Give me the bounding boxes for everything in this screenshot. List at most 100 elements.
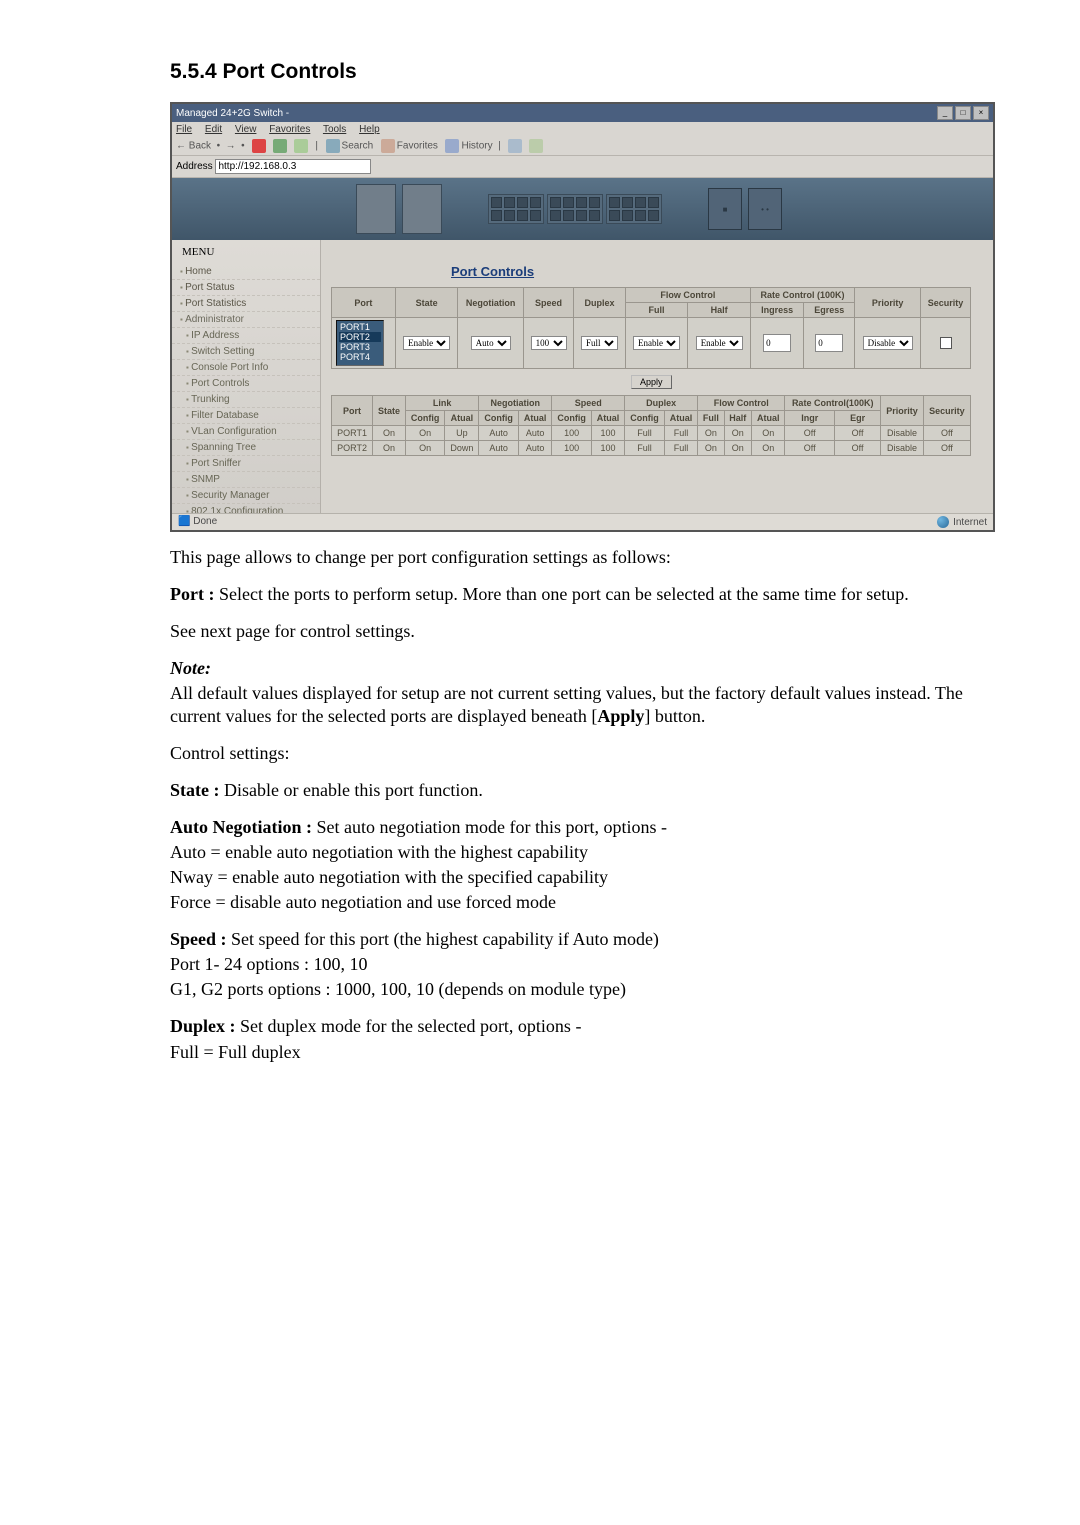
status-bar: 🟦 Done Internet: [172, 513, 993, 530]
sth-flow: Flow Control: [698, 396, 785, 411]
state-select[interactable]: Enable: [403, 336, 450, 350]
para-state: State : Disable or enable this port func…: [170, 779, 990, 802]
uplink-g2-icon: • •: [748, 188, 782, 230]
table-row: PORT2 On OnDown AutoAuto 100100 FullFull…: [332, 441, 971, 456]
sidebar-item-trunking[interactable]: Trunking: [172, 392, 320, 408]
sth-speed: Speed: [552, 396, 625, 411]
note-text: All default values displayed for setup a…: [170, 682, 990, 728]
address-bar[interactable]: Address: [172, 156, 993, 178]
rc-egress-input[interactable]: [815, 334, 843, 352]
auto-select[interactable]: Auto: [471, 336, 511, 350]
port-leds: [488, 194, 662, 224]
sth-state: State: [373, 396, 406, 426]
menu-view[interactable]: View: [235, 124, 257, 135]
status-left: 🟦 Done: [178, 516, 217, 528]
note-label: Note:: [170, 658, 211, 678]
address-input[interactable]: [215, 159, 371, 174]
menu-help[interactable]: Help: [359, 124, 380, 135]
th-half: Half: [688, 303, 751, 318]
th-priority: Priority: [855, 288, 921, 318]
window-controls[interactable]: _ □ ×: [937, 106, 989, 120]
sidebar-item-home[interactable]: Home: [172, 264, 320, 280]
sidebar-item-console-port-info[interactable]: Console Port Info: [172, 360, 320, 376]
menu-favorites[interactable]: Favorites: [269, 124, 310, 135]
search-icon[interactable]: [326, 139, 340, 153]
section-heading: 5.5.4 Port Controls: [170, 60, 990, 84]
sth-priority: Priority: [881, 396, 924, 426]
main-panel: Port Controls Port State Negotiation Spe…: [321, 240, 993, 532]
sth-security: Security: [923, 396, 970, 426]
para-ctrl-settings: Control settings:: [170, 742, 990, 765]
para-speed: Speed : Set speed for this port (the hig…: [170, 928, 990, 1001]
para-seenext: See next page for control settings.: [170, 620, 990, 643]
sth-port: Port: [332, 396, 373, 426]
th-rate-control: Rate Control (100K): [751, 288, 855, 303]
sidebar-item-snmp[interactable]: SNMP: [172, 472, 320, 488]
sidebar-item-administrator[interactable]: Administrator: [172, 312, 320, 328]
browser-window: Managed 24+2G Switch - _ □ × File Edit V…: [170, 102, 995, 532]
th-speed: Speed: [523, 288, 573, 318]
sth-duplex: Duplex: [625, 396, 698, 411]
address-label: Address: [176, 161, 213, 172]
print-icon[interactable]: [529, 139, 543, 153]
menu-bar[interactable]: File Edit View Favorites Tools Help: [172, 122, 993, 137]
th-duplex: Duplex: [574, 288, 625, 318]
para-duplex: Duplex : Set duplex mode for the selecte…: [170, 1015, 990, 1063]
th-negotiation: Negotiation: [458, 288, 523, 318]
table-row: PORT1 On OnUp AutoAuto 100100 FullFull O…: [332, 426, 971, 441]
status-right: Internet: [937, 516, 987, 528]
minimize-icon[interactable]: _: [937, 106, 953, 120]
sth-nego: Negotiation: [479, 396, 552, 411]
sidebar-item-port-controls[interactable]: Port Controls: [172, 376, 320, 392]
sidebar-item-filter-database[interactable]: Filter Database: [172, 408, 320, 424]
apply-button[interactable]: Apply: [631, 375, 672, 389]
document-body: This page allows to change per port conf…: [170, 546, 990, 1064]
th-egress: Egress: [804, 303, 855, 318]
menu-tools[interactable]: Tools: [323, 124, 346, 135]
menu-edit[interactable]: Edit: [205, 124, 222, 135]
close-icon[interactable]: ×: [973, 106, 989, 120]
sidebar-item-port-statistics[interactable]: Port Statistics: [172, 296, 320, 312]
duplex-select[interactable]: Full: [581, 336, 618, 350]
maximize-icon[interactable]: □: [955, 106, 971, 120]
th-flow-control: Flow Control: [625, 288, 750, 303]
window-titlebar: Managed 24+2G Switch - _ □ ×: [172, 104, 993, 122]
th-port: Port: [332, 288, 396, 318]
sidebar-item-spanning-tree[interactable]: Spanning Tree: [172, 440, 320, 456]
th-security: Security: [921, 288, 971, 318]
history-icon[interactable]: [445, 139, 459, 153]
fc-half-select[interactable]: Enable: [696, 336, 743, 350]
sidebar-item-switch-setting[interactable]: Switch Setting: [172, 344, 320, 360]
sidebar-item-security-manager[interactable]: Security Manager: [172, 488, 320, 504]
stop-icon[interactable]: [252, 139, 266, 153]
sidebar-item-vlan-config[interactable]: VLan Configuration: [172, 424, 320, 440]
sidebar: MENU Home Port Status Port Statistics Ad…: [172, 240, 321, 532]
sidebar-title: MENU: [172, 240, 320, 264]
sidebar-item-ip-address[interactable]: IP Address: [172, 328, 320, 344]
mail-icon[interactable]: [508, 139, 522, 153]
refresh-icon[interactable]: [273, 139, 287, 153]
para-intro: This page allows to change per port conf…: [170, 546, 990, 569]
sidebar-item-port-status[interactable]: Port Status: [172, 280, 320, 296]
para-port: Port : Select the ports to perform setup…: [170, 583, 990, 606]
th-ingress: Ingress: [751, 303, 804, 318]
security-checkbox[interactable]: [940, 337, 952, 349]
device-banner: ■ • •: [172, 178, 993, 240]
sth-link: Link: [405, 396, 478, 411]
back-button[interactable]: Back: [189, 141, 211, 152]
favorites-icon[interactable]: [381, 139, 395, 153]
toolbar[interactable]: ← Back • → • | Search Favorites History …: [172, 137, 993, 156]
module-slot-icon: [402, 184, 442, 234]
priority-select[interactable]: Disable: [863, 336, 913, 350]
internet-zone-icon: [937, 516, 949, 528]
speed-select[interactable]: 100: [531, 336, 567, 350]
port-multiselect[interactable]: PORT1 PORT2 PORT3 PORT4: [336, 320, 384, 366]
module-slot-icon: [356, 184, 396, 234]
fc-full-select[interactable]: Enable: [633, 336, 680, 350]
sth-rate: Rate Control(100K): [785, 396, 881, 411]
sidebar-item-port-sniffer[interactable]: Port Sniffer: [172, 456, 320, 472]
menu-file[interactable]: File: [176, 124, 192, 135]
rc-ingress-input[interactable]: [763, 334, 791, 352]
home-icon[interactable]: [294, 139, 308, 153]
page-title: Port Controls: [451, 264, 983, 279]
